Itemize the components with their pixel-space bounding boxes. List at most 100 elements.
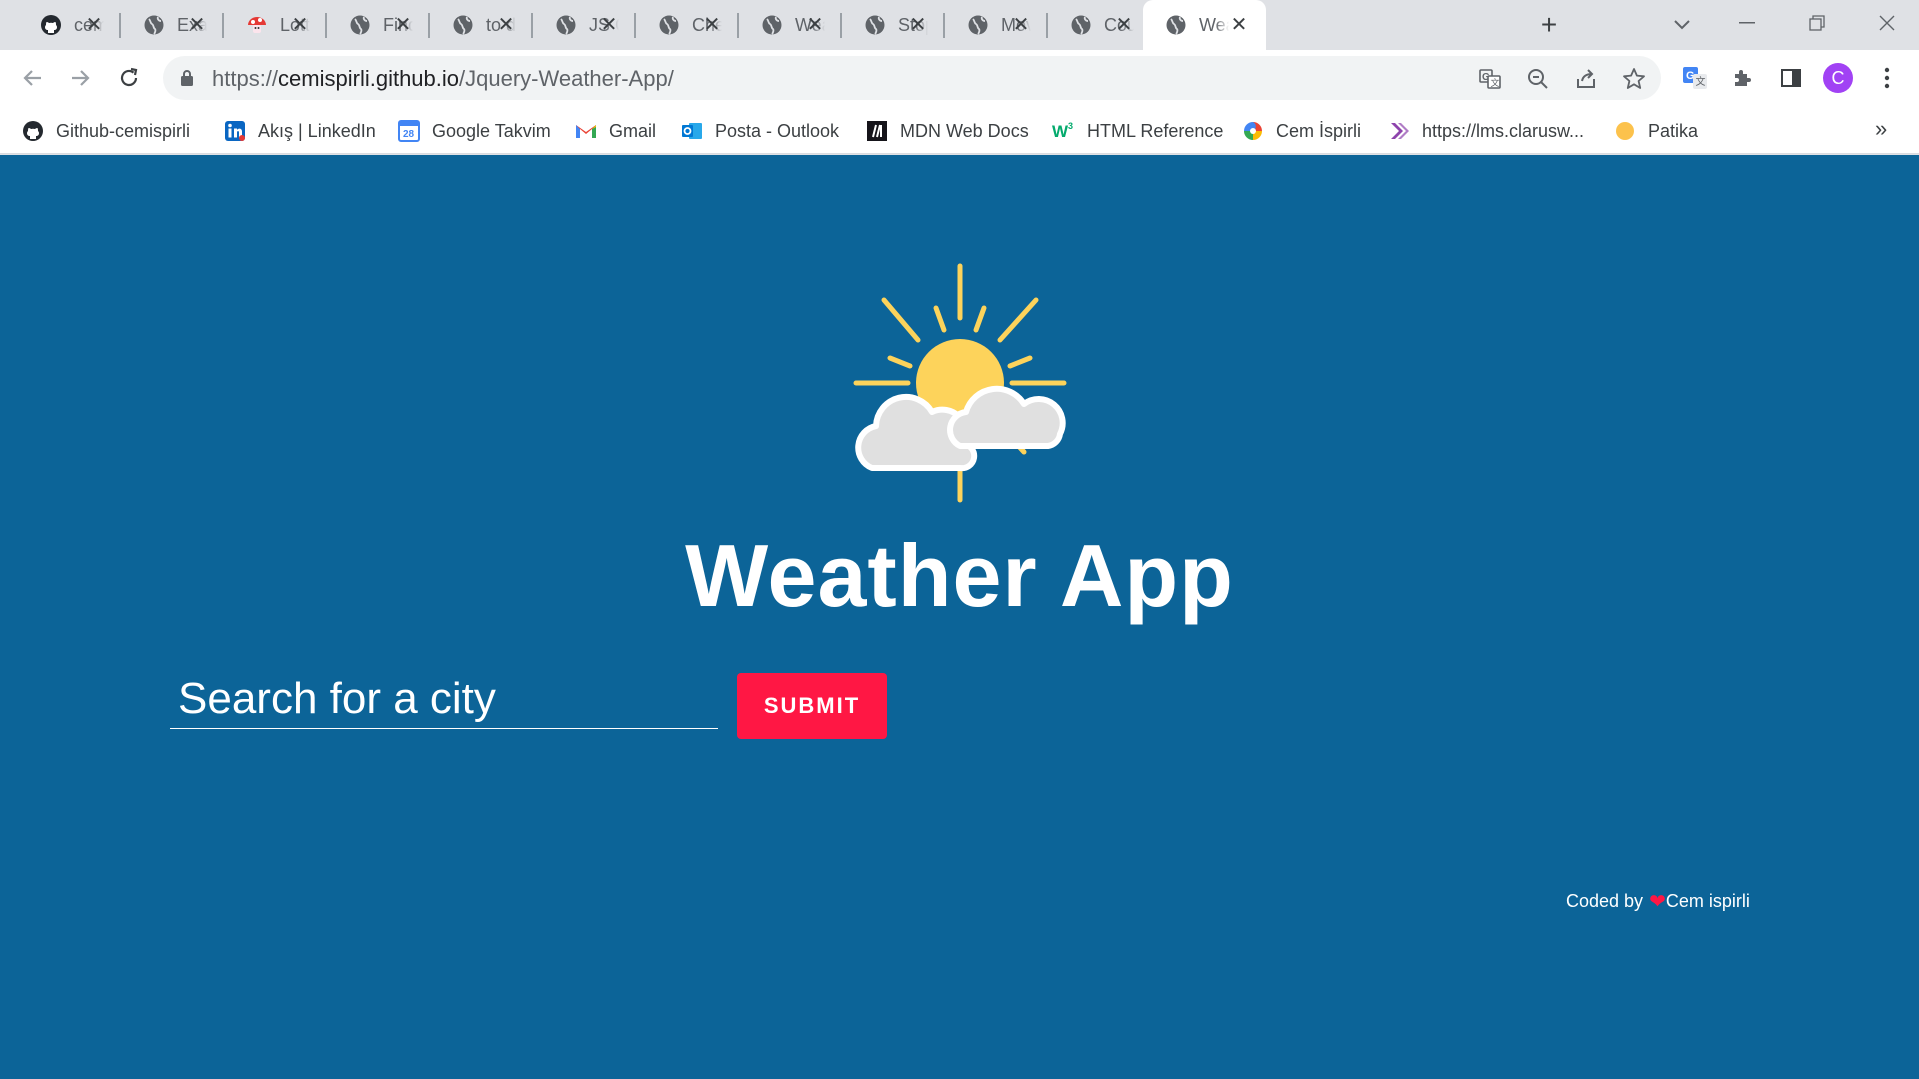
bookmark-item[interactable]: W 3 HTML Reference (1052, 118, 1223, 144)
tab[interactable]: to do✕ (430, 0, 533, 50)
bookmark-item[interactable]: 28 Google Takvim (397, 118, 551, 144)
close-tab-icon[interactable]: ✕ (495, 14, 517, 36)
globe-icon (1070, 14, 1092, 36)
bookmark-label: Google Takvim (432, 120, 551, 141)
url-text[interactable]: https://cemispirli.github.io/Jquery-Weat… (212, 66, 674, 92)
weather-app-page: Weather App SUBMIT Coded by ❤ Cem ispirl… (0, 155, 1919, 1079)
bookmark-label: Cem İspirli (1276, 120, 1362, 141)
globe-icon (761, 14, 783, 36)
url-scheme: https:// (212, 66, 279, 91)
close-tab-icon[interactable]: ✕ (1010, 14, 1032, 36)
restore-button[interactable] (1797, 8, 1837, 38)
new-tab-button[interactable]: + (1534, 10, 1564, 40)
close-tab-icon[interactable]: ✕ (1228, 14, 1250, 36)
tab[interactable]: Movie✕ (945, 0, 1048, 50)
menu-button[interactable] (1872, 63, 1902, 93)
tab[interactable]: Weather✕ (739, 0, 842, 50)
minimize-icon (1739, 22, 1755, 24)
tab[interactable]: cemispirli✕ (18, 0, 121, 50)
close-tab-icon[interactable]: ✕ (83, 14, 105, 36)
bookmark-label: HTML Reference (1087, 120, 1224, 141)
close-tab-icon[interactable]: ✕ (907, 14, 929, 36)
arrow-left-icon (23, 70, 41, 86)
bookmark-item[interactable]: Patika (1613, 118, 1698, 144)
kebab-menu-icon (1884, 67, 1890, 89)
svg-text:文: 文 (1491, 77, 1500, 88)
svg-text:W: W (1052, 122, 1069, 141)
restore-icon (1809, 15, 1825, 31)
footer-prefix: Coded by (1566, 891, 1644, 911)
bookmark-item[interactable]: Github-cemispirli (21, 118, 190, 144)
svg-text:3: 3 (1068, 121, 1073, 131)
profile-button[interactable]: C (1823, 63, 1853, 93)
tab[interactable]: Find✕ (327, 0, 430, 50)
tab-active[interactable]: Weather App✕ (1143, 0, 1266, 50)
browser-toolbar: https://cemispirli.github.io/Jquery-Weat… (0, 50, 1919, 106)
mushroom-icon (246, 14, 268, 36)
bookmark-item[interactable]: Posta - Outlook (680, 118, 839, 144)
translate-icon[interactable]: G文 (1476, 65, 1504, 93)
sun-cloud-icon (853, 263, 1067, 503)
svg-text:28: 28 (403, 129, 415, 140)
extensions-puzzle-icon[interactable] (1728, 63, 1758, 93)
patika-icon (1613, 119, 1637, 143)
close-tab-icon[interactable]: ✕ (289, 14, 311, 36)
close-window-button[interactable] (1867, 8, 1907, 38)
close-tab-icon[interactable]: ✕ (804, 14, 826, 36)
globe-icon (555, 14, 577, 36)
forward-button[interactable] (63, 61, 97, 95)
linkedin-icon (223, 119, 247, 143)
bookmark-label: Posta - Outlook (715, 120, 840, 141)
bookmark-label: MDN Web Docs (900, 120, 1029, 141)
chevron-down-icon (1674, 20, 1690, 30)
globe-icon (967, 14, 989, 36)
tab[interactable]: JS Calc✕ (533, 0, 636, 50)
bookmark-label: https://lms.clarusw... (1422, 120, 1585, 141)
globe-icon (349, 14, 371, 36)
footer-author-link[interactable]: Cem ispirli (1666, 891, 1750, 912)
tab-title: Weather App (1199, 14, 1229, 35)
arrow-right-icon (72, 70, 90, 86)
bookmark-item[interactable]: Gmail (574, 118, 656, 144)
w3schools-icon: W3 (1052, 119, 1076, 143)
close-tab-icon[interactable]: ✕ (701, 14, 723, 36)
outlook-icon (680, 119, 704, 143)
city-search-input[interactable] (170, 669, 718, 729)
share-icon[interactable] (1572, 65, 1600, 93)
mdn-icon (865, 119, 889, 143)
tab-search-button[interactable] (1667, 10, 1697, 40)
reload-button[interactable] (112, 61, 146, 95)
back-button[interactable] (16, 61, 50, 95)
submit-button[interactable]: SUBMIT (737, 673, 887, 739)
bookmark-item[interactable]: https://lms.clarusw... (1387, 118, 1584, 144)
google-translate-extension-icon[interactable]: G文 (1680, 63, 1710, 93)
tab[interactable]: Stopwatch✕ (842, 0, 945, 50)
tab[interactable]: Lottery✕ (224, 0, 327, 50)
tab-strip: cemispirli✕Example✕Lottery✕Find✕to do✕JS… (0, 0, 1919, 50)
github-icon (21, 119, 45, 143)
bookmark-item[interactable]: Cem İspirli (1241, 118, 1361, 144)
avatar: C (1823, 63, 1853, 93)
url-host: cemispirli.github.io (278, 66, 460, 91)
close-tab-icon[interactable]: ✕ (186, 14, 208, 36)
tab[interactable]: Counter✕ (1048, 0, 1151, 50)
close-tab-icon[interactable]: ✕ (598, 14, 620, 36)
tab[interactable]: Checkout✕ (636, 0, 739, 50)
zoom-icon[interactable] (1524, 65, 1552, 93)
github-icon (40, 14, 62, 36)
bookmark-item[interactable]: MDN Web Docs (865, 118, 1029, 144)
heart-icon: ❤ (1649, 890, 1666, 913)
address-bar[interactable]: https://cemispirli.github.io/Jquery-Weat… (163, 56, 1661, 100)
tab[interactable]: Example✕ (121, 0, 224, 50)
swirl-icon (1241, 119, 1265, 143)
bookmark-label: Gmail (609, 120, 657, 141)
bookmark-star-icon[interactable] (1620, 65, 1648, 93)
bookmark-item[interactable]: Akış | LinkedIn (223, 118, 376, 144)
bookmarks-overflow-button[interactable]: » (1875, 116, 1887, 142)
url-path: /Jquery-Weather-App/ (459, 66, 674, 91)
close-tab-icon[interactable]: ✕ (392, 14, 414, 36)
close-tab-icon[interactable]: ✕ (1113, 14, 1135, 36)
minimize-button[interactable] (1727, 8, 1767, 38)
clarusway-icon (1387, 119, 1411, 143)
side-panel-icon[interactable] (1776, 63, 1806, 93)
